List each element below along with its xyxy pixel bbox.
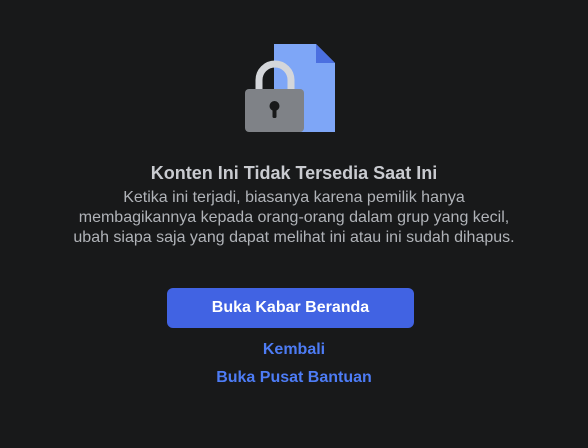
locked-document-icon bbox=[244, 42, 338, 134]
content-unavailable-page: Konten Ini Tidak Tersedia Saat Ini Ketik… bbox=[0, 0, 588, 448]
go-to-news-feed-button[interactable]: Buka Kabar Beranda bbox=[167, 288, 414, 328]
back-link[interactable]: Kembali bbox=[0, 340, 588, 360]
help-center-link[interactable]: Buka Pusat Bantuan bbox=[0, 368, 588, 388]
page-title: Konten Ini Tidak Tersedia Saat Ini bbox=[150, 163, 438, 183]
explanation-message: Ketika ini terjadi, biasanya karena pemi… bbox=[73, 189, 515, 246]
